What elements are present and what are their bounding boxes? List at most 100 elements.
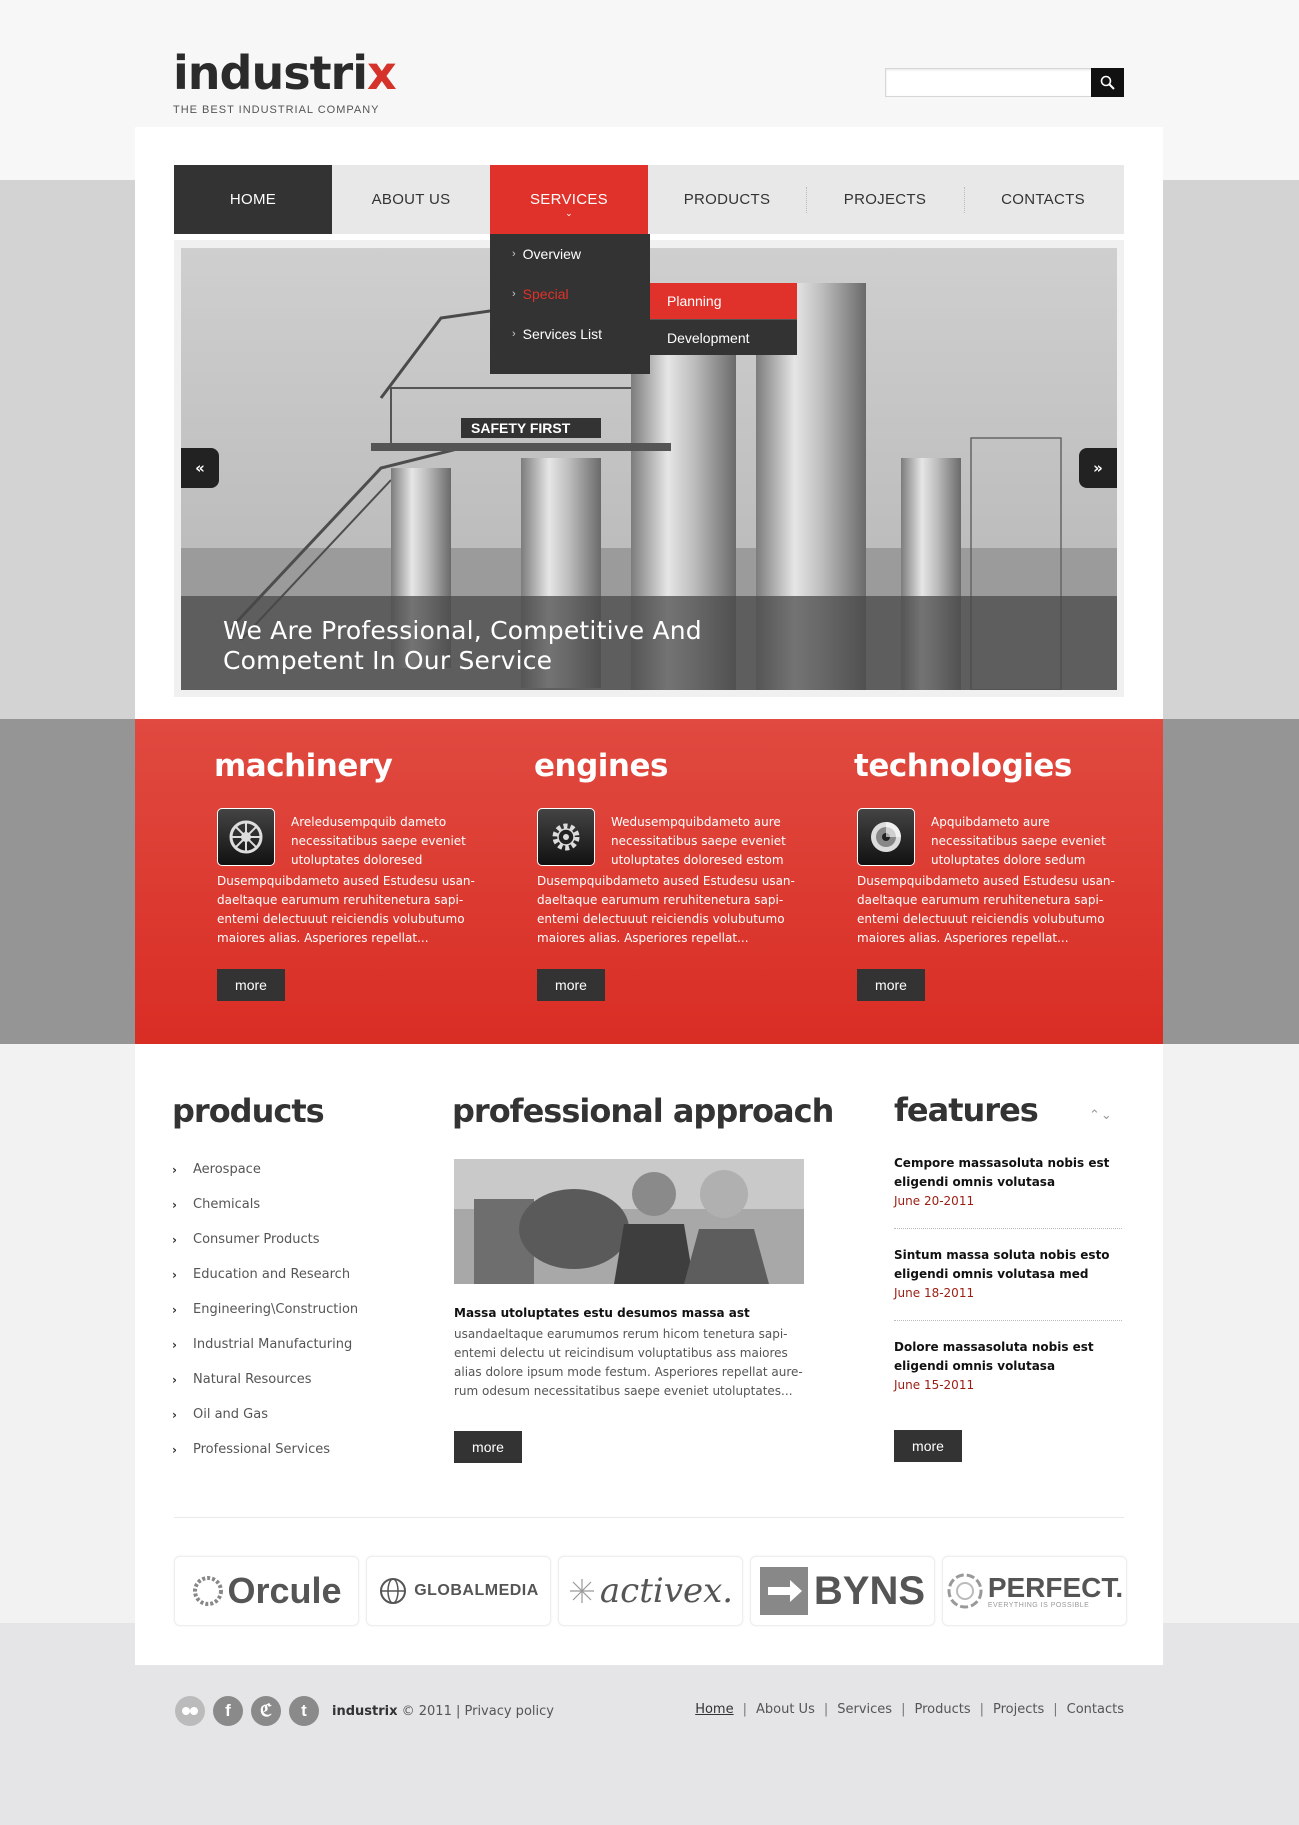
product-item-natural-resources[interactable]: › Natural Resources: [172, 1362, 358, 1397]
brand-name: Orcule: [227, 1570, 342, 1611]
brand-name: activex.: [599, 1571, 734, 1611]
nav-services[interactable]: SERVICES ⌄: [490, 165, 648, 234]
product-label: Professional Services: [193, 1442, 331, 1457]
approach-text: usandaeltaque earumumos rerum hicom tene…: [454, 1327, 803, 1398]
stumbleupon-icon[interactable]: ℭ: [251, 1696, 281, 1726]
chevron-up-icon[interactable]: ⌃: [1089, 1108, 1101, 1123]
engines-more-button[interactable]: more: [537, 969, 605, 1001]
footer-link-services[interactable]: Services: [837, 1702, 892, 1717]
product-label: Chemicals: [193, 1197, 261, 1212]
product-item-consumer-products[interactable]: › Consumer Products: [172, 1222, 358, 1257]
product-item-education-research[interactable]: › Education and Research: [172, 1257, 358, 1292]
submenu-item-planning[interactable]: Planning: [650, 283, 797, 319]
feature-title: engines: [534, 748, 668, 784]
search-button[interactable]: [1091, 68, 1124, 97]
approach-more-button[interactable]: more: [454, 1431, 522, 1463]
product-label: Natural Resources: [193, 1372, 312, 1387]
nav-home[interactable]: HOME: [174, 165, 332, 234]
swirl-icon: [947, 1573, 983, 1609]
hero-caption: We Are Professional, Competitive And Com…: [223, 616, 702, 676]
dropdown-item-label: Special: [522, 286, 569, 302]
footer-nav: Home | About Us | Services | Products | Proj…: [695, 1702, 1124, 1717]
feature-intro: Areledusempquib dameto necessitatibus sa…: [291, 815, 466, 867]
brand-orcule[interactable]: Orcule: [174, 1556, 359, 1626]
brand-perfect-text: PERFECT. EVERYTHING IS POSSIBLE: [987, 1573, 1123, 1609]
chevron-down-icon[interactable]: ⌄: [1101, 1108, 1113, 1123]
feature-intro: Wedusempquibdameto aure necessitatibus s…: [611, 815, 786, 867]
dropdown-item-overview[interactable]: › Overview: [490, 234, 650, 274]
footer-link-projects[interactable]: Projects: [993, 1702, 1044, 1717]
product-item-aerospace[interactable]: › Aerospace: [172, 1152, 358, 1187]
feature-item-date: June 18-2011: [894, 1286, 975, 1300]
slider-prev-button[interactable]: «: [181, 448, 219, 488]
submenu-item-development[interactable]: Development: [650, 319, 797, 355]
product-item-industrial-manufacturing[interactable]: › Industrial Manufacturing: [172, 1327, 358, 1362]
brand-name: BYNS: [813, 1568, 926, 1613]
flickr-icon[interactable]: [175, 1696, 205, 1726]
footer-link-about-us[interactable]: About Us: [756, 1702, 815, 1717]
footer-brand: industrix: [332, 1703, 398, 1719]
feature-item[interactable]: Dolore massasoluta nobis est eligendi om…: [894, 1338, 1124, 1392]
special-submenu: Planning Development: [650, 283, 797, 355]
chevron-right-icon: ›: [172, 1337, 177, 1352]
search-box: [885, 68, 1124, 97]
product-label: Consumer Products: [193, 1232, 320, 1247]
feature-item-title: Dolore massasoluta nobis est eligendi om…: [894, 1340, 1094, 1373]
gear-wheel-icon: [217, 808, 275, 866]
starburst-icon: [569, 1579, 594, 1603]
chevron-right-icon: ›: [512, 328, 516, 340]
slider-next-button[interactable]: »: [1079, 448, 1117, 488]
footer-link-home[interactable]: Home: [695, 1702, 733, 1717]
nav-contacts[interactable]: CONTACTS: [964, 165, 1122, 234]
logo[interactable]: industrix: [173, 50, 397, 96]
features-band: machinery Areledusempquib dameto necessi…: [135, 719, 1163, 1044]
feature-item-date: June 20-2011: [894, 1194, 975, 1208]
orcule-logo-icon: [193, 1576, 224, 1606]
brand-tagline: EVERYTHING IS POSSIBLE: [987, 1601, 1090, 1609]
byns-arrow-icon: [759, 1567, 808, 1615]
brand-globalmedia[interactable]: GLOBALMEDIA: [366, 1556, 551, 1626]
product-item-engineering-construction[interactable]: › Engineering\Construction: [172, 1292, 358, 1327]
globe-icon: [380, 1578, 407, 1604]
technologies-more-button[interactable]: more: [857, 969, 925, 1001]
dropdown-item-special[interactable]: › Special: [490, 274, 650, 314]
partner-logos: Orcule GLOBALMEDIA activex. BYNS PERFECT…: [174, 1556, 1127, 1626]
nav-about-us[interactable]: ABOUT US: [332, 165, 490, 234]
feature-title: machinery: [214, 748, 393, 784]
nav-projects[interactable]: PROJECTS: [806, 165, 964, 234]
chevron-right-icon: ›: [512, 288, 516, 300]
machinery-more-button[interactable]: more: [217, 969, 285, 1001]
divider: [894, 1320, 1122, 1321]
main-nav: HOME ABOUT US SERVICES ⌄ PRODUCTS PROJECT…: [174, 165, 1124, 234]
separator: |: [979, 1702, 984, 1717]
feature-intro: Apquibdameto aure necessitatibus saepe e…: [931, 815, 1106, 867]
logo-text: industri: [173, 46, 368, 100]
chevron-right-icon: ›: [172, 1162, 177, 1177]
brand-perfect[interactable]: PERFECT. EVERYTHING IS POSSIBLE: [942, 1556, 1127, 1626]
facebook-icon[interactable]: f: [213, 1696, 243, 1726]
chevron-right-icon: ›: [172, 1442, 177, 1457]
search-input[interactable]: [886, 69, 1090, 96]
footer-link-contacts[interactable]: Contacts: [1067, 1702, 1124, 1717]
nav-products[interactable]: PRODUCTS: [648, 165, 806, 234]
chevron-right-icon: ›: [172, 1302, 177, 1317]
product-label: Oil and Gas: [193, 1407, 268, 1422]
product-item-chemicals[interactable]: › Chemicals: [172, 1187, 358, 1222]
product-item-professional-services[interactable]: › Professional Services: [172, 1432, 358, 1467]
twitter-icon[interactable]: t: [289, 1696, 319, 1726]
cog-icon: [537, 808, 595, 866]
divider: [894, 1228, 1122, 1229]
feature-title: technologies: [854, 748, 1072, 784]
feature-item[interactable]: Sintum massa soluta nobis esto eligendi …: [894, 1246, 1124, 1300]
business-people-image: [454, 1159, 804, 1284]
features-more-button[interactable]: more: [894, 1430, 962, 1462]
brand-byns[interactable]: BYNS: [750, 1556, 935, 1626]
separator: |: [901, 1702, 906, 1717]
dropdown-item-services-list[interactable]: › Services List: [490, 314, 650, 354]
feature-item[interactable]: Cempore massasoluta nobis est eligendi o…: [894, 1154, 1124, 1208]
hero-caption-line1: We Are Professional, Competitive And: [223, 616, 702, 645]
product-item-oil-gas[interactable]: › Oil and Gas: [172, 1397, 358, 1432]
footer-link-products[interactable]: Products: [914, 1702, 970, 1717]
hero-caption-line2: Competent In Our Service: [223, 646, 553, 675]
brand-activex[interactable]: activex.: [558, 1556, 743, 1626]
